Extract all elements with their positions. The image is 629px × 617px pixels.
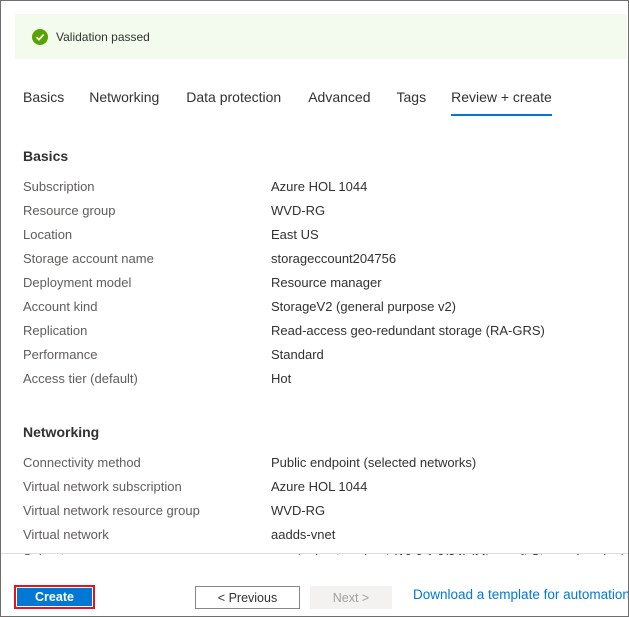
summary-row: Access tier (default) Hot (23, 367, 628, 391)
row-label: Location (23, 227, 73, 242)
summary-row: Virtual network resource group WVD-RG (23, 499, 628, 523)
row-label: Connectivity method (23, 455, 141, 470)
previous-button[interactable]: < Previous (195, 586, 300, 609)
summary-row: Replication Read-access geo-redundant sto… (23, 319, 628, 343)
review-content: Basics Subscription Azure HOL 1044 Resour… (23, 137, 628, 555)
validation-banner: Validation passed (15, 14, 627, 59)
row-value: Read-access geo-redundant storage (RA-GR… (271, 323, 545, 338)
row-label: Access tier (default) (23, 371, 138, 386)
row-value: East US (271, 227, 319, 242)
row-label: Subscription (23, 179, 95, 194)
row-value: Resource manager (271, 275, 382, 290)
tab-networking[interactable]: Networking (89, 89, 159, 116)
review-create-panel: Validation passed Basics Networking Data… (0, 0, 629, 617)
summary-row: Performance Standard (23, 343, 628, 367)
row-label: Account kind (23, 299, 98, 314)
next-button[interactable]: Next > (310, 586, 392, 609)
row-value: storageccount204756 (271, 251, 397, 266)
row-value: StorageV2 (general purpose v2) (271, 299, 457, 314)
row-label: Virtual network (23, 527, 109, 542)
row-value: Standard (271, 347, 324, 362)
summary-row: Location East US (23, 223, 628, 247)
row-label: Replication (23, 323, 88, 338)
tab-basics[interactable]: Basics (23, 89, 64, 116)
row-value: WVD-RG (271, 203, 326, 218)
tab-tags[interactable]: Tags (397, 89, 427, 116)
summary-row: Resource group WVD-RG (23, 199, 628, 223)
section-title-basics: Basics (23, 148, 69, 164)
row-value: Hot (271, 371, 292, 386)
row-label: Virtual network resource group (23, 503, 200, 518)
row-label: Deployment model (23, 275, 132, 290)
summary-row: Account kind StorageV2 (general purpose v… (23, 295, 628, 319)
check-circle-icon (32, 28, 48, 45)
row-label: Virtual network subscription (23, 479, 182, 494)
summary-row: Deployment model Resource manager (23, 271, 628, 295)
row-value: Azure HOL 1044 (271, 179, 368, 194)
row-label: Performance (23, 347, 98, 362)
row-label: Resource group (23, 203, 116, 218)
row-value: aadds-vnet (271, 527, 336, 542)
summary-row: Subscription Azure HOL 1044 (23, 175, 628, 199)
download-template-link[interactable]: Download a template for automation (413, 587, 628, 602)
footer-divider (1, 553, 628, 554)
tab-advanced[interactable]: Advanced (308, 89, 370, 116)
validation-message: Validation passed (56, 29, 150, 44)
row-value: Public endpoint (selected networks) (271, 455, 477, 470)
create-button-label: Create (17, 588, 92, 606)
tab-review-create[interactable]: Review + create (451, 89, 552, 116)
summary-row: Virtual network subscription Azure HOL 10… (23, 475, 628, 499)
row-label: Storage account name (23, 251, 154, 266)
create-button[interactable]: Create (14, 585, 95, 609)
tab-data-protection[interactable]: Data protection (186, 89, 281, 116)
summary-row: Storage account name storageccount204756 (23, 247, 628, 271)
summary-row: Connectivity method Public endpoint (sele… (23, 451, 628, 475)
summary-row: Virtual network aadds-vnet (23, 523, 628, 547)
section-title-networking: Networking (23, 424, 100, 440)
row-value: Azure HOL 1044 (271, 479, 368, 494)
row-value: WVD-RG (271, 503, 326, 518)
tab-bar: Basics Networking Data protection Advanc… (23, 89, 552, 116)
